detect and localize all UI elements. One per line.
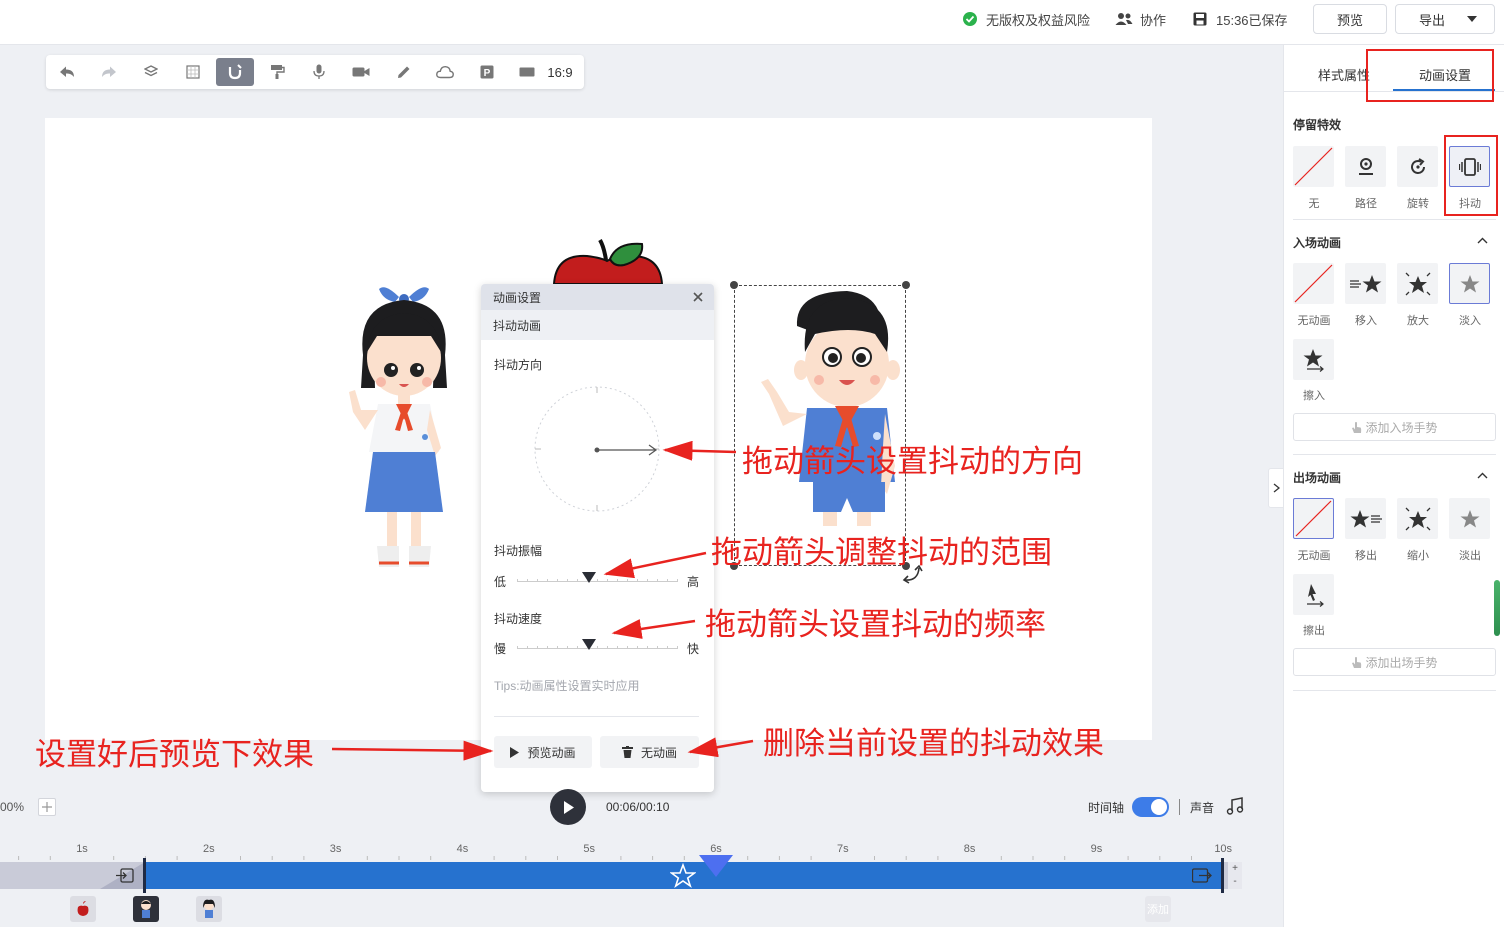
stay-rotate-label: 旋转 bbox=[1407, 198, 1429, 210]
exit-wipe-out-label: 擦出 bbox=[1303, 625, 1325, 637]
annotation-speed: 拖动箭头设置抖动的频率 bbox=[705, 607, 1046, 643]
exit-wipe-out-tile[interactable] bbox=[1293, 574, 1334, 615]
stay-none-tile[interactable] bbox=[1293, 146, 1334, 187]
annotation-direction: 拖动箭头设置抖动的方向 bbox=[742, 444, 1083, 480]
exit-none-label: 无动画 bbox=[1297, 550, 1331, 562]
enter-fade-in-label: 淡入 bbox=[1459, 315, 1481, 327]
play-icon bbox=[563, 800, 574, 814]
none-slash-icon bbox=[1294, 147, 1333, 186]
timeline: 1s 2s 3s 4s 5s 6s 7s 8s 9s 10s + - 添加 bbox=[0, 836, 1282, 927]
toggle-knob bbox=[1151, 799, 1167, 815]
enter-animation-icon[interactable] bbox=[116, 868, 134, 883]
panel-collapse-button[interactable] bbox=[1268, 468, 1284, 508]
add-exit-gesture-label: 添加出场手势 bbox=[1365, 655, 1438, 670]
clip-start-handle[interactable] bbox=[143, 858, 146, 893]
enter-zoom-in-tile[interactable] bbox=[1397, 263, 1438, 304]
plus-icon bbox=[42, 802, 52, 812]
properties-panel: 样式属性 动画设置 停留特效 无 路径 旋转 抖动 入场动画 无动画 移入 放大… bbox=[1283, 45, 1504, 927]
enter-animation-title: 入场动画 bbox=[1293, 236, 1342, 250]
exit-shrink-tile[interactable] bbox=[1397, 498, 1438, 539]
add-layer-button[interactable]: 添加 bbox=[1145, 896, 1171, 922]
highlight-box-animation-tab bbox=[1366, 49, 1494, 102]
stay-path-tile[interactable] bbox=[1345, 146, 1386, 187]
highlight-box-shake-tile bbox=[1444, 135, 1498, 216]
apple-layer-thumb[interactable] bbox=[70, 896, 96, 922]
ruler-ticks bbox=[18, 856, 1192, 860]
stay-path-label: 路径 bbox=[1355, 198, 1377, 210]
add-layer-label: 添加 bbox=[1147, 904, 1169, 916]
enter-wipe-in-tile[interactable] bbox=[1293, 339, 1334, 380]
annotation-remove: 删除当前设置的抖动效果 bbox=[763, 726, 1104, 762]
move-out-star-icon bbox=[1350, 509, 1382, 527]
tab-style-properties[interactable]: 样式属性 bbox=[1318, 65, 1370, 84]
play-bar: 00% 00:06/00:10 时间轴 声音 bbox=[0, 788, 1282, 828]
enter-zoom-in-label: 放大 bbox=[1407, 315, 1429, 327]
add-enter-gesture-button[interactable]: 添加入场手势 bbox=[1293, 413, 1496, 441]
sound-label: 声音 bbox=[1190, 801, 1215, 815]
chevron-up-icon[interactable] bbox=[1477, 472, 1488, 479]
exit-none-tile[interactable] bbox=[1293, 498, 1334, 539]
music-note-icon[interactable] bbox=[1226, 797, 1244, 815]
boy-thumb-icon bbox=[141, 900, 151, 918]
exit-move-out-label: 移出 bbox=[1355, 550, 1377, 562]
playhead-marker[interactable] bbox=[699, 855, 733, 877]
wipe-in-star-icon bbox=[1303, 348, 1324, 372]
add-enter-gesture-label: 添加入场手势 bbox=[1365, 420, 1438, 435]
enter-none-label: 无动画 bbox=[1297, 315, 1331, 327]
stay-effects-title: 停留特效 bbox=[1293, 118, 1342, 132]
zoom-level: 00% bbox=[0, 800, 25, 814]
hand-pointer-icon bbox=[1352, 421, 1362, 433]
keyframe-star-icon[interactable] bbox=[670, 863, 696, 888]
timeline-toggle-label: 时间轴 bbox=[1088, 801, 1125, 815]
none-slash-icon bbox=[1294, 264, 1333, 303]
stay-none-label: 无 bbox=[1308, 198, 1320, 210]
add-exit-gesture-button[interactable]: 添加出场手势 bbox=[1293, 648, 1496, 676]
enter-fade-in-tile[interactable] bbox=[1449, 263, 1490, 304]
path-pin-icon bbox=[1358, 157, 1373, 175]
section-divider bbox=[1293, 219, 1496, 220]
playback-time: 00:06/00:10 bbox=[606, 800, 670, 814]
chevron-up-icon[interactable] bbox=[1477, 237, 1488, 244]
shrink-star-icon bbox=[1405, 507, 1430, 530]
timeline-zoom-buttons[interactable]: + - bbox=[1228, 862, 1242, 889]
apple-thumb-icon bbox=[77, 901, 89, 916]
section-divider bbox=[1293, 454, 1496, 455]
hand-pointer-icon bbox=[1352, 656, 1362, 668]
exit-move-out-tile[interactable] bbox=[1345, 498, 1386, 539]
girl-layer-thumb[interactable] bbox=[196, 896, 222, 922]
annotation-amplitude: 拖动箭头调整抖动的范围 bbox=[711, 535, 1052, 571]
enter-none-tile[interactable] bbox=[1293, 263, 1334, 304]
panel-scrollbar[interactable] bbox=[1494, 580, 1500, 636]
none-slash-icon bbox=[1295, 500, 1332, 537]
timeline-toggle[interactable] bbox=[1132, 797, 1169, 817]
girl-thumb-icon bbox=[203, 899, 215, 918]
exit-animation-icon[interactable] bbox=[1192, 868, 1212, 883]
zoom-in-button[interactable] bbox=[38, 798, 56, 816]
fade-out-star-icon bbox=[1460, 509, 1479, 527]
exit-shrink-label: 缩小 bbox=[1407, 550, 1429, 562]
move-in-star-icon bbox=[1349, 274, 1381, 292]
exit-fade-out-tile[interactable] bbox=[1449, 498, 1490, 539]
chevron-right-icon bbox=[1273, 483, 1280, 493]
wipe-out-pointer-icon bbox=[1306, 583, 1324, 607]
play-button[interactable] bbox=[550, 789, 586, 825]
zoom-in-star-icon bbox=[1405, 272, 1430, 295]
rotate-icon bbox=[1410, 157, 1425, 174]
section-divider bbox=[1293, 690, 1496, 691]
annotation-preview: 设置好后预览下效果 bbox=[35, 737, 314, 773]
boy-layer-thumb[interactable] bbox=[133, 896, 159, 922]
clip-end-handle[interactable] bbox=[1221, 858, 1224, 893]
playbar-separator bbox=[1179, 799, 1180, 815]
enter-move-in-tile[interactable] bbox=[1345, 263, 1386, 304]
enter-move-in-label: 移入 bbox=[1355, 315, 1377, 327]
exit-animation-title: 出场动画 bbox=[1293, 471, 1342, 485]
fade-in-star-icon bbox=[1460, 274, 1479, 292]
stay-rotate-tile[interactable] bbox=[1397, 146, 1438, 187]
exit-fade-out-label: 淡出 bbox=[1459, 550, 1481, 562]
enter-wipe-in-label: 擦入 bbox=[1303, 390, 1325, 402]
